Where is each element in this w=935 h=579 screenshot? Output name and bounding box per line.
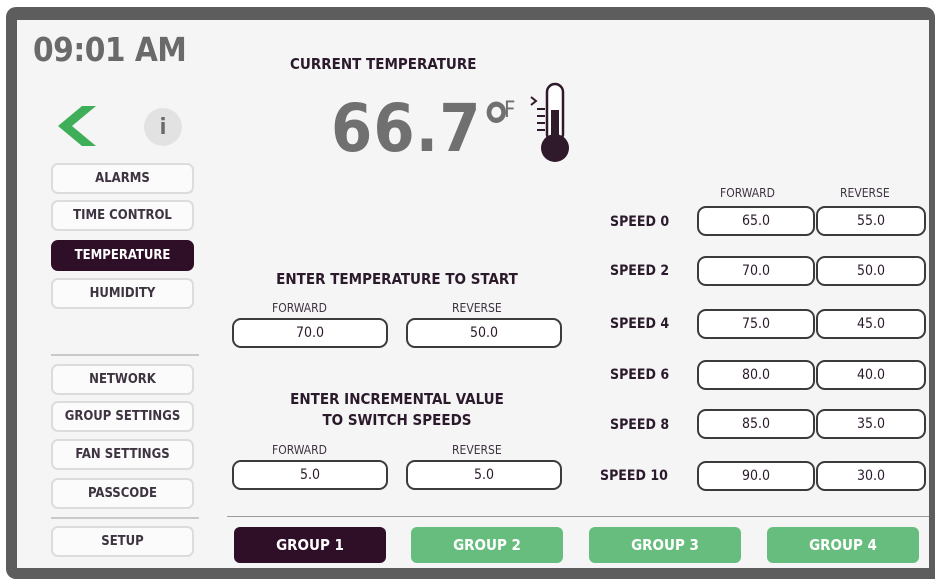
- nav-passcode[interactable]: PASSCODE: [51, 478, 194, 509]
- start-reverse-input[interactable]: 50.0: [406, 318, 562, 348]
- speed-4-reverse-input[interactable]: 45.0: [816, 309, 926, 339]
- group-2-button[interactable]: GROUP 2: [411, 527, 563, 563]
- speed-label: SPEED 0: [610, 214, 670, 230]
- nav-temperature[interactable]: TEMPERATURE: [51, 240, 194, 271]
- speed-0-forward-input[interactable]: 65.0: [697, 206, 815, 236]
- speed-8-reverse-input[interactable]: 35.0: [816, 409, 926, 439]
- speed-6-forward-input[interactable]: 80.0: [697, 360, 815, 390]
- start-forward-label: FORWARD: [272, 301, 327, 315]
- increment-forward-input[interactable]: 5.0: [232, 460, 388, 490]
- increment-forward-label: FORWARD: [272, 443, 327, 457]
- speed-label: SPEED 6: [610, 367, 670, 383]
- speed-label: SPEED 8: [610, 417, 670, 433]
- nav-fan-settings[interactable]: FAN SETTINGS: [51, 439, 194, 470]
- current-temperature-title: CURRENT TEMPERATURE: [290, 55, 477, 73]
- nav-network[interactable]: NETWORK: [51, 364, 194, 395]
- speed-2-reverse-input[interactable]: 50.0: [816, 256, 926, 286]
- increment-title-line2: TO SWITCH SPEEDS: [322, 411, 472, 429]
- speed-forward-header: FORWARD: [720, 186, 775, 200]
- group-3-button[interactable]: GROUP 3: [589, 527, 741, 563]
- speed-6-reverse-input[interactable]: 40.0: [816, 360, 926, 390]
- group-4-button[interactable]: GROUP 4: [767, 527, 919, 563]
- speed-10-forward-input[interactable]: 90.0: [697, 461, 815, 491]
- speed-2-forward-input[interactable]: 70.0: [697, 256, 815, 286]
- start-reverse-label: REVERSE: [452, 301, 502, 315]
- sidebar-divider-2: [51, 517, 199, 519]
- increment-reverse-input[interactable]: 5.0: [406, 460, 562, 490]
- bottom-divider: [227, 516, 929, 517]
- thermometer-icon: [530, 82, 569, 162]
- speed-10-reverse-input[interactable]: 30.0: [816, 461, 926, 491]
- nav-time-control[interactable]: TIME CONTROL: [51, 200, 194, 231]
- speed-label: SPEED 4: [610, 316, 670, 332]
- speed-0-reverse-input[interactable]: 55.0: [816, 206, 926, 236]
- increment-reverse-label: REVERSE: [452, 443, 502, 457]
- device-bezel: 09:01 AM i ALARMS TIME CONTROL TEMPERATU…: [0, 0, 935, 579]
- speed-4-forward-input[interactable]: 75.0: [697, 309, 815, 339]
- speed-label: SPEED 2: [610, 263, 670, 279]
- current-temperature-value: 66.7°: [331, 90, 513, 167]
- info-icon[interactable]: i: [144, 108, 182, 146]
- nav-humidity[interactable]: HUMIDITY: [51, 278, 194, 309]
- speed-8-forward-input[interactable]: 85.0: [697, 409, 815, 439]
- start-temperature-title: ENTER TEMPERATURE TO START: [276, 270, 518, 288]
- clock-time: 09:01 AM: [33, 30, 187, 69]
- chevron-left-icon[interactable]: [52, 102, 100, 150]
- current-temperature-unit: F: [504, 98, 516, 123]
- speed-reverse-header: REVERSE: [840, 186, 890, 200]
- nav-alarms[interactable]: ALARMS: [51, 163, 194, 194]
- increment-title-line1: ENTER INCREMENTAL VALUE: [290, 390, 504, 408]
- nav-group-settings[interactable]: GROUP SETTINGS: [51, 401, 194, 432]
- speed-label: SPEED 10: [600, 468, 668, 484]
- nav-setup[interactable]: SETUP: [51, 526, 194, 557]
- start-forward-input[interactable]: 70.0: [232, 318, 388, 348]
- group-1-button[interactable]: GROUP 1: [234, 527, 386, 563]
- sidebar-divider: [51, 354, 199, 356]
